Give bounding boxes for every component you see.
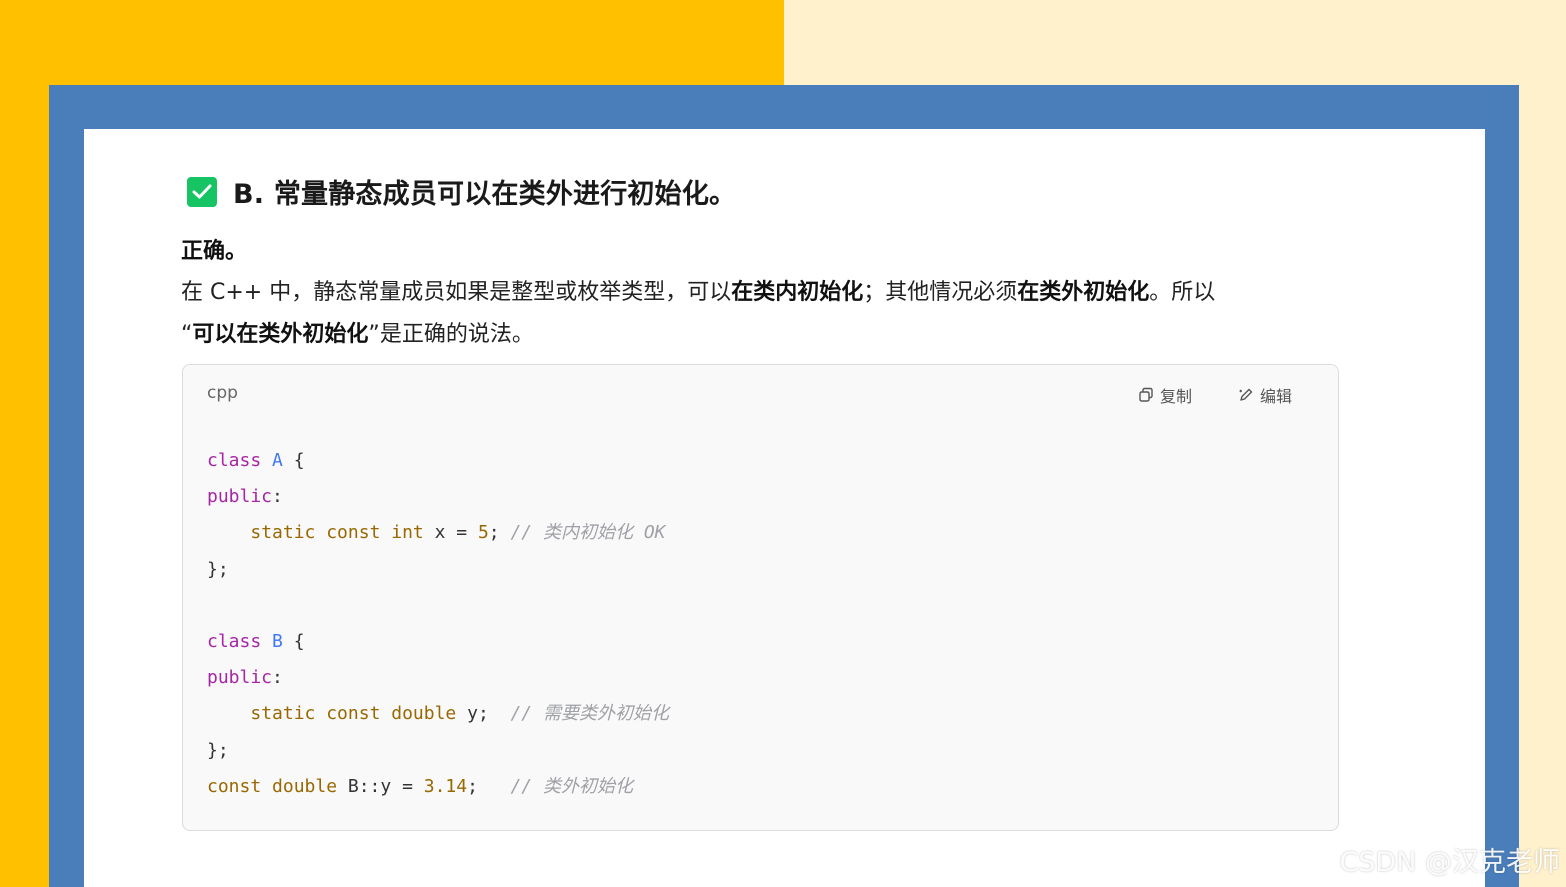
explanation-text: 在 C++ 中，静态常量成员如果是整型或枚举类型，可以 xyxy=(181,280,732,305)
edit-button[interactable]: 编辑 xyxy=(1238,383,1292,407)
code-line: public: xyxy=(207,486,283,508)
copy-button[interactable]: 复制 xyxy=(1138,383,1192,407)
explanation-text: ；其他情况必须 xyxy=(863,280,1018,305)
edit-pen-icon xyxy=(1239,388,1253,401)
code-line: }; xyxy=(207,558,229,580)
code-body: class A { public: static const int x = 5;… xyxy=(207,443,669,805)
code-line: static const double y; // 需要类外初始化 xyxy=(250,703,669,725)
explanation-bold: 在类外初始化 xyxy=(1017,280,1150,305)
explanation-text: “ xyxy=(181,322,193,347)
code-line: class A { xyxy=(207,450,305,471)
content-card: B. 常量静态成员可以在类外进行初始化。 正确。 在 C++ 中，静态常量成员如… xyxy=(84,129,1485,887)
code-language-label: cpp xyxy=(207,383,238,403)
explanation-text: 。所以 xyxy=(1149,280,1216,305)
code-line: const double B::y = 3.14; // 类外初始化 xyxy=(207,775,633,797)
code-block: cpp 复制 编辑 class A { public: static const … xyxy=(182,364,1339,831)
copy-icon xyxy=(1139,387,1153,402)
code-line: public: xyxy=(207,667,283,689)
watermark: CSDN @汉克老师 xyxy=(1339,847,1560,878)
explanation-paragraph: 在 C++ 中，静态常量成员如果是整型或枚举类型，可以在类内初始化；其他情况必须… xyxy=(181,272,1331,356)
code-line: static const int x = 5; // 类内初始化 OK xyxy=(250,522,666,544)
explanation-text: ”是正确的说法。 xyxy=(368,322,534,347)
option-heading-text: B. 常量静态成员可以在类外进行初始化。 xyxy=(233,179,737,210)
check-square-icon xyxy=(187,176,217,207)
explanation-bold: 可以在类外初始化 xyxy=(192,322,369,347)
verdict-text: 正确。 xyxy=(181,239,248,264)
explanation-bold: 在类内初始化 xyxy=(731,280,864,305)
code-actions: 复制 编辑 xyxy=(1138,383,1292,407)
edit-label: 编辑 xyxy=(1259,387,1292,406)
option-heading: B. 常量静态成员可以在类外进行初始化。 xyxy=(187,172,736,211)
code-line: class B { xyxy=(207,630,305,652)
copy-label: 复制 xyxy=(1159,387,1192,406)
code-line: }; xyxy=(207,739,229,761)
